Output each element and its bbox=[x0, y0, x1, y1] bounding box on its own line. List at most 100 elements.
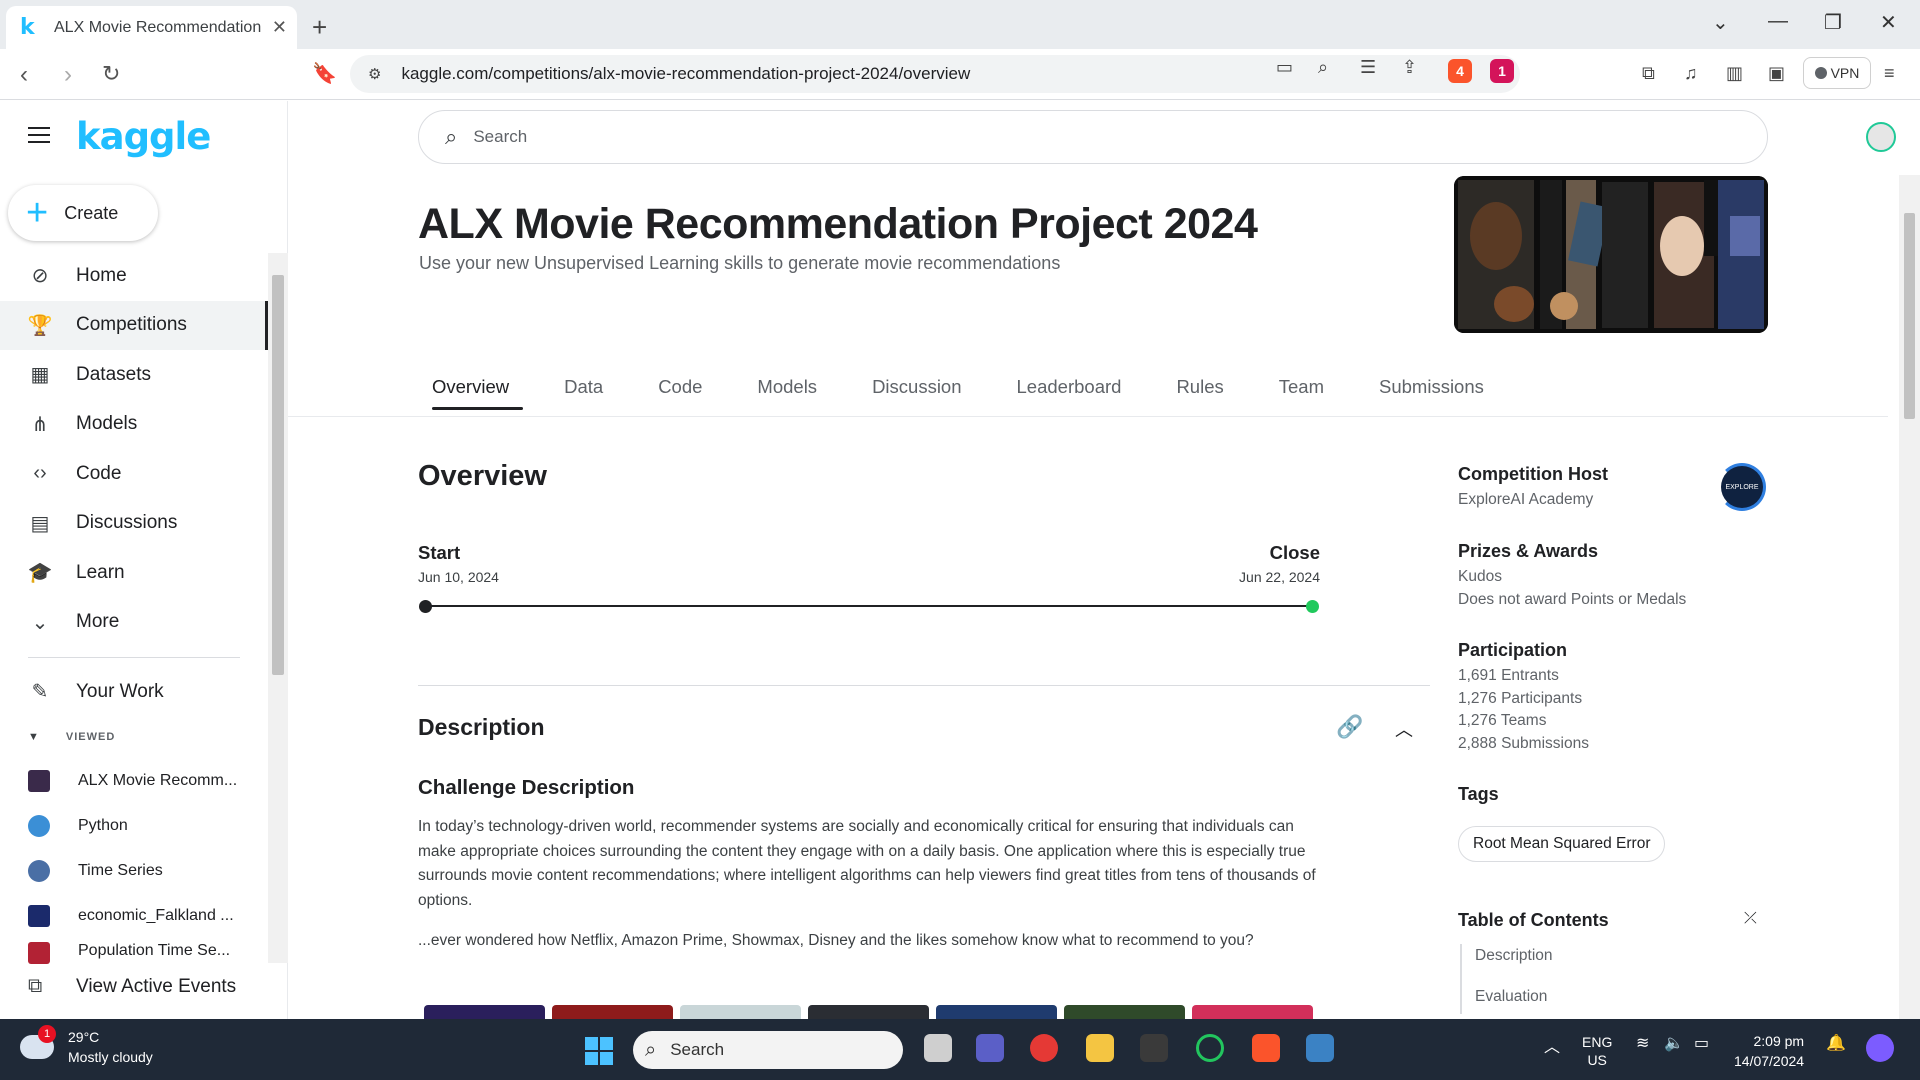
forward-icon[interactable]: › bbox=[64, 61, 72, 89]
cast-icon[interactable]: ▭ bbox=[1276, 57, 1293, 78]
close-tab-icon[interactable]: ✕ bbox=[272, 17, 287, 38]
notifications-icon[interactable]: 🔔 bbox=[1826, 1033, 1846, 1053]
movie-posters-strip bbox=[424, 1005, 1320, 1019]
sidebar-item-home[interactable]: ⊘ Home bbox=[0, 251, 268, 301]
browser-tab[interactable]: k ALX Movie Recommendation Pr ✕ bbox=[6, 6, 297, 49]
chevron-up-icon[interactable]: ︿ bbox=[1544, 1033, 1560, 1057]
language-indicator[interactable]: ENG US bbox=[1582, 1033, 1612, 1069]
sidebar-item-discussions[interactable]: ▤ Discussions bbox=[0, 499, 268, 549]
sidebar: kaggle + Create ⊘ Home 🏆 Competitions ▦ … bbox=[0, 101, 288, 1019]
tab-leaderboard[interactable]: Leaderboard bbox=[1003, 370, 1136, 410]
tab-code[interactable]: Code bbox=[644, 370, 716, 410]
bookmark-icon[interactable]: 🔖 bbox=[312, 61, 337, 86]
hamburger-menu-icon[interactable] bbox=[28, 127, 50, 148]
tab-rules[interactable]: Rules bbox=[1162, 370, 1237, 410]
language-code: ENG bbox=[1582, 1034, 1613, 1050]
tab-data[interactable]: Data bbox=[550, 370, 617, 410]
caret-down-icon: ▼ bbox=[28, 731, 40, 743]
viewed-item[interactable]: economic_Falkland ... bbox=[0, 893, 268, 938]
viewed-section-toggle[interactable]: ▼ VIEWED bbox=[28, 731, 115, 743]
volume-icon[interactable]: 🔈 bbox=[1664, 1033, 1684, 1053]
create-button[interactable]: + Create bbox=[8, 185, 158, 241]
address-bar[interactable]: ⚙ kaggle.com/competitions/alx-movie-reco… bbox=[350, 55, 1520, 93]
timeline-start-label: Start bbox=[418, 542, 461, 563]
sidebar-item-datasets[interactable]: ▦ Datasets bbox=[0, 350, 268, 400]
tag-chip[interactable]: Root Mean Squared Error bbox=[1458, 826, 1666, 862]
taskbar-search[interactable]: ⌕ Search bbox=[633, 1031, 903, 1069]
reload-icon[interactable]: ↻ bbox=[102, 61, 120, 87]
sidebar-item-learn[interactable]: 🎓 Learn bbox=[0, 548, 268, 598]
sidebar-item-label: Code bbox=[76, 462, 122, 484]
site-settings-icon[interactable]: ⚙ bbox=[368, 65, 381, 83]
host-logo[interactable]: EXPLORE bbox=[1718, 463, 1766, 511]
page-subtitle: Use your new Unsupervised Learning skill… bbox=[419, 253, 1061, 273]
maximize-icon[interactable]: ❐ bbox=[1824, 10, 1842, 35]
your-work-icon: ✎ bbox=[31, 681, 49, 704]
user-avatar[interactable] bbox=[1866, 122, 1896, 152]
page-scrollbar[interactable] bbox=[1899, 175, 1920, 1019]
back-icon[interactable]: ‹ bbox=[20, 61, 28, 89]
windows-taskbar: 1 29°C Mostly cloudy ⌕ Search ︿ ENG US ≋… bbox=[0, 1019, 1920, 1080]
teams-icon[interactable] bbox=[976, 1034, 1004, 1062]
host-name[interactable]: ExploreAI Academy bbox=[1458, 489, 1758, 512]
sidebar-item-models[interactable]: ⋔ Models bbox=[0, 400, 268, 450]
toc-item-description[interactable]: Description bbox=[1475, 947, 1553, 965]
sidebar-item-competitions[interactable]: 🏆 Competitions bbox=[0, 300, 268, 350]
file-explorer-icon[interactable] bbox=[1086, 1034, 1114, 1062]
kaggle-logo[interactable]: kaggle bbox=[76, 115, 211, 158]
wifi-icon[interactable]: ≋ bbox=[1636, 1033, 1649, 1053]
reader-mode-icon[interactable]: ☰ bbox=[1360, 57, 1376, 78]
windows-start-icon[interactable] bbox=[585, 1037, 613, 1065]
wallet-icon[interactable]: ▣ bbox=[1768, 63, 1785, 84]
collapse-toc-icon[interactable]: ⤫ bbox=[1744, 910, 1757, 928]
loading-app-icon[interactable] bbox=[1196, 1034, 1224, 1062]
menu-icon[interactable]: ≡ bbox=[1884, 63, 1895, 84]
tab-submissions[interactable]: Submissions bbox=[1365, 370, 1498, 410]
time-series-course-icon bbox=[28, 859, 50, 882]
new-tab-icon[interactable]: + bbox=[312, 12, 327, 43]
view-active-events-button[interactable]: ⧉ View Active Events bbox=[28, 975, 236, 998]
vpn-button[interactable]: VPN bbox=[1803, 57, 1871, 89]
viewed-item[interactable]: Time Series bbox=[0, 848, 268, 893]
sidebar-item-your-work[interactable]: ✎ Your Work bbox=[0, 667, 268, 717]
copilot-icon[interactable] bbox=[1866, 1034, 1894, 1062]
tab-search-icon[interactable]: ⌄ bbox=[1712, 10, 1729, 35]
terminal-icon[interactable] bbox=[1140, 1034, 1168, 1062]
close-window-icon[interactable]: ✕ bbox=[1880, 10, 1897, 35]
viewed-item[interactable]: Python bbox=[0, 803, 268, 848]
sidebar-item-more[interactable]: ⌄ More bbox=[0, 598, 268, 648]
movie-poster bbox=[1192, 1005, 1313, 1019]
zoom-icon[interactable]: ⌕ bbox=[1318, 57, 1328, 78]
share-icon[interactable]: ⇪ bbox=[1402, 57, 1417, 78]
media-icon[interactable]: ♫ bbox=[1684, 63, 1698, 84]
code-icon: ‹› bbox=[33, 462, 47, 485]
tab-team[interactable]: Team bbox=[1265, 370, 1338, 410]
link-icon[interactable]: 🔗 bbox=[1336, 714, 1363, 740]
brave-browser-icon[interactable] bbox=[1252, 1034, 1280, 1062]
competition-host-section: Competition Host ExploreAI Academy bbox=[1458, 464, 1758, 512]
system-clock[interactable]: 2:09 pm 14/07/2024 bbox=[1734, 1031, 1804, 1071]
sidebar-scrollbar[interactable] bbox=[268, 253, 288, 963]
chevron-up-icon[interactable]: ︿ bbox=[1395, 716, 1413, 742]
brave-shields-icon[interactable]: 4 bbox=[1448, 59, 1472, 83]
minimize-icon[interactable]: — bbox=[1768, 10, 1788, 33]
tab-discussion[interactable]: Discussion bbox=[858, 370, 975, 410]
extensions-icon[interactable]: ⧉ bbox=[1642, 63, 1655, 84]
sidebar-scroll-thumb[interactable] bbox=[272, 275, 284, 675]
tab-overview[interactable]: Overview bbox=[418, 370, 524, 410]
toc-item-evaluation[interactable]: Evaluation bbox=[1475, 988, 1547, 1006]
sidebar-toggle-icon[interactable]: ▥ bbox=[1726, 63, 1743, 84]
battery-icon[interactable]: ▭ bbox=[1694, 1033, 1709, 1053]
viewed-item[interactable]: ALX Movie Recomm... bbox=[0, 758, 268, 803]
page-scroll-thumb[interactable] bbox=[1904, 213, 1915, 419]
task-view-icon[interactable] bbox=[924, 1034, 952, 1062]
vscode-icon[interactable] bbox=[1306, 1034, 1334, 1062]
brave-rewards-icon[interactable]: 1 bbox=[1490, 59, 1514, 83]
search-input[interactable]: ⌕ Search bbox=[418, 110, 1768, 164]
sidebar-item-code[interactable]: ‹› Code bbox=[0, 449, 268, 499]
tab-models[interactable]: Models bbox=[743, 370, 831, 410]
chrome-icon[interactable] bbox=[1030, 1034, 1058, 1062]
viewed-item[interactable]: Population Time Se... bbox=[0, 938, 268, 966]
weather-widget[interactable]: 1 29°C Mostly cloudy bbox=[20, 1025, 153, 1067]
clock-date: 14/07/2024 bbox=[1734, 1053, 1805, 1069]
